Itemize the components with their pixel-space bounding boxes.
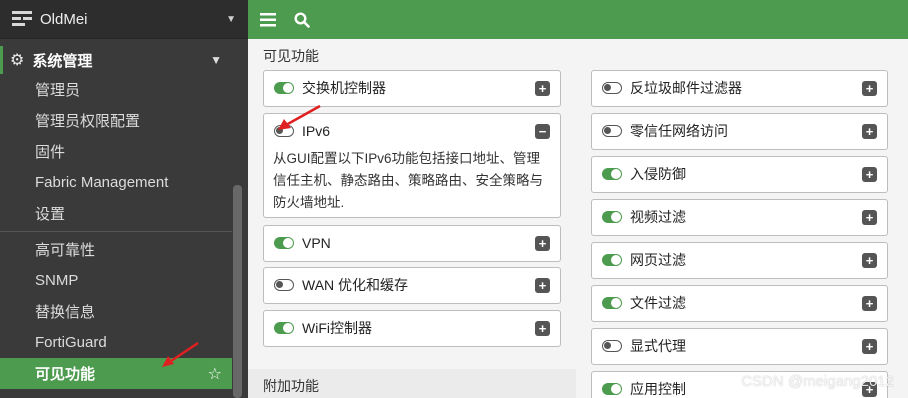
feature-label: 网页过滤 xyxy=(630,252,686,268)
plus-icon[interactable]: + xyxy=(862,123,877,139)
feature-card-vpn[interactable]: VPN + xyxy=(263,225,561,262)
sidebar-item-label: 设置 xyxy=(35,206,66,223)
feature-label: 显式代理 xyxy=(630,338,686,354)
feature-toggle[interactable] xyxy=(602,297,622,309)
sidebar-item-ha[interactable]: 高可靠性 xyxy=(0,234,232,265)
nav-divider xyxy=(0,231,232,232)
brand-header[interactable]: OldMei ▼ xyxy=(0,0,248,39)
feature-toggle[interactable] xyxy=(602,82,622,94)
chevron-down-icon[interactable]: ▼ xyxy=(226,14,236,25)
feature-toggle[interactable] xyxy=(274,322,294,334)
feature-card-wifi-controller[interactable]: WiFi控制器 + xyxy=(263,310,561,347)
sidebar-item-label: 高可靠性 xyxy=(35,242,96,259)
feature-card-ips[interactable]: 入侵防御 + xyxy=(591,156,888,193)
feature-label: WAN 优化和缓存 xyxy=(302,277,409,293)
feature-label: 反垃圾邮件过滤器 xyxy=(630,80,742,96)
plus-icon[interactable]: + xyxy=(862,80,877,96)
sidebar-item-admins[interactable]: 管理员 xyxy=(0,74,232,105)
sidebar-item-replacement-messages[interactable]: 替换信息 xyxy=(0,296,232,327)
feature-description: 从GUI配置以下IPv6功能包括接口地址、管理信任主机、静态路由、策略路由、安全… xyxy=(273,151,543,210)
feature-label: 零信任网络访问 xyxy=(630,123,728,139)
sidebar-item-label: FortiGuard xyxy=(35,334,107,351)
feature-toggle[interactable] xyxy=(602,168,622,180)
sidebar-item-snmp[interactable]: SNMP xyxy=(0,265,232,296)
feature-card-wan-optimization[interactable]: WAN 优化和缓存 + xyxy=(263,267,561,304)
sidebar: OldMei ▼ ⚙ 系统管理 ▼ 管理员 管理员权限配置 固件 Fabric … xyxy=(0,0,248,398)
feature-card-explicit-proxy[interactable]: 显式代理 + xyxy=(591,328,888,365)
feature-label: WiFi控制器 xyxy=(302,320,372,336)
feature-card-video-filter[interactable]: 视频过滤 + xyxy=(591,199,888,236)
brand-name: OldMei xyxy=(40,10,88,28)
additional-features-header: 附加功能 xyxy=(248,369,576,398)
feature-card-web-filter[interactable]: 网页过滤 + xyxy=(591,242,888,279)
sidebar-item-label: 可见功能 xyxy=(35,366,96,383)
feature-toggle[interactable] xyxy=(602,211,622,223)
plus-icon[interactable]: + xyxy=(535,277,550,293)
feature-toggle[interactable] xyxy=(602,254,622,266)
feature-card-ztna[interactable]: 零信任网络访问 + xyxy=(591,113,888,150)
top-bar xyxy=(248,0,908,39)
sidebar-item-admin-profiles[interactable]: 管理员权限配置 xyxy=(0,105,232,136)
sidebar-item-label: 管理员 xyxy=(35,82,81,99)
feature-toggle[interactable] xyxy=(602,125,622,137)
plus-icon[interactable]: + xyxy=(862,295,877,311)
plus-icon[interactable]: + xyxy=(862,166,877,182)
feature-toggle[interactable] xyxy=(274,82,294,94)
watermark: CSDN @meigang2012 xyxy=(741,373,894,390)
annotation-arrow xyxy=(278,104,321,130)
feature-toggle[interactable] xyxy=(602,340,622,352)
feature-label: 文件过滤 xyxy=(630,295,686,311)
visible-features-title: 可见功能 xyxy=(263,48,319,64)
feature-label: 入侵防御 xyxy=(630,166,686,182)
plus-icon[interactable]: + xyxy=(862,252,877,268)
sidebar-scrollbar[interactable] xyxy=(233,185,242,398)
main-content: 可见功能 交换机控制器 + IPv6 − 从GUI配置以下IPv6功能包括接口地… xyxy=(248,39,908,398)
feature-card-antispam[interactable]: 反垃圾邮件过滤器 + xyxy=(591,70,888,107)
feature-toggle[interactable] xyxy=(274,279,294,291)
feature-toggle[interactable] xyxy=(602,383,622,395)
nav-section-label: 系统管理 xyxy=(32,52,93,70)
additional-features-title: 附加功能 xyxy=(263,378,319,394)
gear-icon: ⚙ xyxy=(10,52,25,69)
star-icon[interactable]: ☆ xyxy=(208,364,222,384)
hamburger-icon[interactable] xyxy=(260,12,276,27)
feature-label: 交换机控制器 xyxy=(302,80,386,96)
brand-logo-icon xyxy=(12,11,32,27)
feature-card-file-filter[interactable]: 文件过滤 + xyxy=(591,285,888,322)
plus-icon[interactable]: + xyxy=(535,235,550,251)
sidebar-item-label: Fabric Management xyxy=(35,174,169,191)
annotation-arrow xyxy=(162,341,199,367)
chevron-down-icon: ▼ xyxy=(210,53,222,67)
feature-label: IPv6 xyxy=(302,123,331,139)
minus-icon[interactable]: − xyxy=(535,123,550,139)
sidebar-item-fabric-management[interactable]: Fabric Management xyxy=(0,167,232,198)
sidebar-item-label: 固件 xyxy=(35,144,66,161)
plus-icon[interactable]: + xyxy=(862,338,877,354)
feature-label: 视频过滤 xyxy=(630,209,686,225)
feature-card-switch-controller[interactable]: 交换机控制器 + xyxy=(263,70,561,107)
plus-icon[interactable]: + xyxy=(862,209,877,225)
plus-icon[interactable]: + xyxy=(535,80,550,96)
sidebar-item-label: SNMP xyxy=(35,272,79,289)
sidebar-item-settings[interactable]: 设置 xyxy=(0,198,232,229)
plus-icon[interactable]: + xyxy=(535,320,550,336)
sidebar-item-label: 管理员权限配置 xyxy=(35,113,141,130)
feature-toggle[interactable] xyxy=(274,237,294,249)
nav-section-header[interactable]: ⚙ 系统管理 ▼ xyxy=(0,46,232,74)
sidebar-item-label: 替换信息 xyxy=(35,304,96,321)
search-icon[interactable] xyxy=(294,11,310,28)
feature-label: VPN xyxy=(302,235,331,251)
nav-section-system: ⚙ 系统管理 ▼ 管理员 管理员权限配置 固件 Fabric Managemen… xyxy=(0,46,232,389)
sidebar-item-firmware[interactable]: 固件 xyxy=(0,136,232,167)
